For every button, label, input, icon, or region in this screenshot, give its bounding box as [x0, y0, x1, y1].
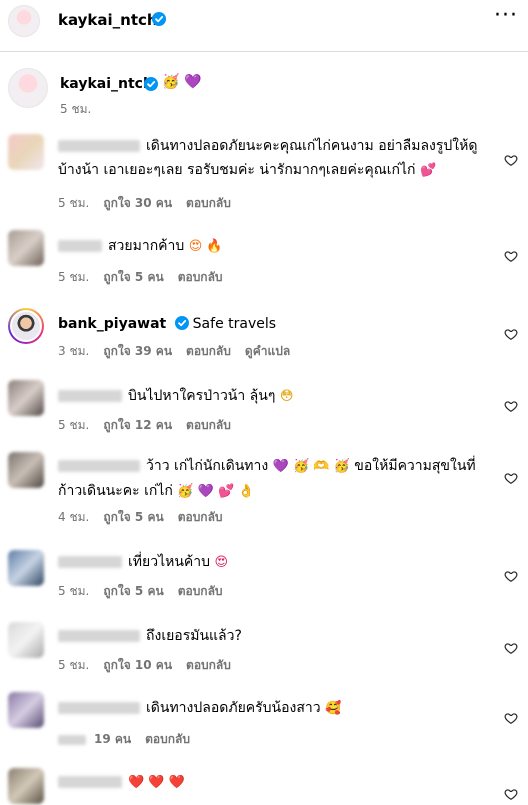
- comment-time: 5 ชม.: [58, 196, 90, 210]
- comment-text: ว้าว เก่ไก่นักเดินทาง: [146, 458, 269, 474]
- likes-count[interactable]: ถูกใจ 5 คน: [103, 270, 163, 284]
- purple-heart-emoji: 💜: [184, 74, 202, 90]
- commenter-avatar[interactable]: [8, 692, 44, 728]
- comment-meta: 5 ชม. ถูกใจ 5 คน ตอบกลับ: [58, 268, 237, 287]
- comment-body: ❤️ ❤️ ❤️: [58, 770, 488, 795]
- commenter-avatar[interactable]: [8, 452, 44, 488]
- comment-emoji: 🥳 💜 💕 👌: [177, 484, 255, 499]
- reply-button[interactable]: ตอบกลับ: [178, 584, 223, 598]
- comment-time: 5 ชม.: [58, 418, 90, 432]
- comment-meta: 4 ชม. ถูกใจ 5 คน ตอบกลับ: [58, 508, 237, 527]
- comment-body: ถึงเยอรมันแล้ว?: [58, 624, 488, 648]
- heart-outline-icon[interactable]: [504, 326, 518, 340]
- verified-badge-icon: [152, 11, 166, 30]
- heart-outline-icon[interactable]: [504, 152, 518, 166]
- more-options-icon[interactable]: ···: [494, 3, 518, 28]
- comment-body: เดินทางปลอดภัยครับน้องสาว 🥰: [58, 696, 488, 721]
- comment-meta: 3 ชม. ถูกใจ 39 คน ตอบกลับ ดูคำแปล: [58, 342, 304, 361]
- comment-body: เที่ยวไหนค้าบ 😍: [58, 550, 488, 575]
- comment-meta: 5 ชม. ถูกใจ 30 คน ตอบกลับ: [58, 194, 245, 213]
- commenter-avatar[interactable]: [8, 134, 44, 170]
- reply-button[interactable]: ตอบกลับ: [145, 732, 190, 746]
- likes-count[interactable]: ถูกใจ 30 คน: [103, 196, 172, 210]
- heart-outline-icon[interactable]: [504, 470, 518, 484]
- comment-meta: 5 ชม. ถูกใจ 10 คน ตอบกลับ: [58, 656, 245, 675]
- likes-count[interactable]: ถูกใจ 5 คน: [103, 510, 163, 524]
- comment-meta: 5 ชม. ถูกใจ 5 คน ตอบกลับ: [58, 582, 237, 601]
- likes-count[interactable]: ถูกใจ 39 คน: [103, 344, 172, 358]
- commenter-username[interactable]: bank_piyawat: [58, 316, 166, 332]
- comment-emoji: 😍: [214, 555, 229, 570]
- comment-text: ถึงเยอรมันแล้ว?: [146, 628, 242, 644]
- header-username[interactable]: kaykai_ntch: [58, 11, 158, 29]
- see-translation-button[interactable]: ดูคำแปล: [245, 344, 290, 358]
- hidden-username: [58, 702, 140, 714]
- hidden-username: [58, 140, 140, 152]
- comment-body: บินไปหาใครป่าวน้า ลุ้นๆ 😳: [58, 384, 488, 409]
- header-avatar[interactable]: [8, 5, 40, 37]
- comment-emoji: 💜 🥳 🫶 🥳: [272, 459, 350, 474]
- reply-button[interactable]: ตอบกลับ: [178, 510, 223, 524]
- comment-body: สวยมากค้าบ 😍 🔥: [58, 234, 488, 259]
- comment-text: เที่ยวไหนค้าบ: [128, 554, 211, 570]
- reply-button[interactable]: ตอบกลับ: [186, 658, 231, 672]
- comment-time: 3 ชม.: [58, 344, 90, 358]
- comment-time: 5 ชม.: [58, 270, 90, 284]
- comment-body: bank_piyawat Safe travels: [58, 312, 488, 338]
- comment-emoji: ❤️ ❤️ ❤️: [128, 775, 185, 790]
- comment-emoji: 😍 🔥: [188, 239, 223, 254]
- comment-emoji: 🥰: [325, 701, 342, 716]
- heart-outline-icon[interactable]: [504, 786, 518, 800]
- comment-time: 5 ชม.: [58, 584, 90, 598]
- heart-outline-icon[interactable]: [504, 710, 518, 724]
- comment-body: ว้าว เก่ไก่นักเดินทาง 💜 🥳 🫶 🥳 ขอให้มีควา…: [58, 454, 488, 504]
- comment-emoji: 💕: [419, 163, 437, 178]
- post-header: kaykai_ntch ···: [0, 0, 528, 52]
- comment-text: เดินทางปลอดภัยครับน้องสาว: [146, 700, 321, 716]
- verified-badge-icon: [174, 314, 189, 338]
- heart-outline-icon[interactable]: [504, 248, 518, 262]
- comment-emoji: 😳: [279, 389, 294, 404]
- comment-time: 4 ชม.: [58, 510, 90, 524]
- comment-meta: 19 คน ตอบกลับ: [58, 730, 204, 749]
- likes-count[interactable]: ถูกใจ 5 คน: [103, 584, 163, 598]
- hidden-username: [58, 390, 122, 402]
- reply-button[interactable]: ตอบกลับ: [186, 196, 231, 210]
- hidden-username: [58, 776, 122, 788]
- caption-avatar[interactable]: [8, 68, 48, 108]
- heart-outline-icon[interactable]: [504, 568, 518, 582]
- hidden-username: [58, 630, 140, 642]
- heart-outline-icon[interactable]: [504, 398, 518, 412]
- reply-button[interactable]: ตอบกลับ: [186, 344, 231, 358]
- likes-count[interactable]: 19 คน: [94, 732, 131, 746]
- heart-outline-icon[interactable]: [504, 640, 518, 654]
- verified-badge-icon: [144, 76, 158, 95]
- hidden-username: [58, 460, 140, 472]
- comment-text: สวยมากค้าบ: [108, 238, 185, 254]
- comment-body: เดินทางปลอดภัยนะคะคุณเก่ไก่คนงาม อย่าลืม…: [58, 134, 488, 183]
- likes-count[interactable]: ถูกใจ 10 คน: [103, 658, 172, 672]
- likes-count[interactable]: ถูกใจ 12 คน: [103, 418, 172, 432]
- comment-text: Safe travels: [192, 316, 277, 332]
- hidden-username: [58, 556, 122, 568]
- commenter-avatar[interactable]: [8, 308, 44, 344]
- reply-button[interactable]: ตอบกลับ: [178, 270, 223, 284]
- reply-button[interactable]: ตอบกลับ: [186, 418, 231, 432]
- caption-username[interactable]: kaykai_ntch: [60, 76, 153, 92]
- party-emoji: 🥳: [162, 74, 180, 90]
- commenter-avatar[interactable]: [8, 380, 44, 416]
- comment-time: 5 ชม.: [58, 658, 90, 672]
- commenter-avatar[interactable]: [8, 622, 44, 658]
- caption-time: 5 ชม.: [60, 102, 92, 116]
- commenter-avatar[interactable]: [8, 550, 44, 586]
- commenter-avatar[interactable]: [8, 768, 44, 804]
- hidden-username: [58, 240, 102, 252]
- commenter-avatar[interactable]: [8, 230, 44, 266]
- hidden-time: [58, 734, 86, 745]
- comment-meta: 5 ชม. ถูกใจ 12 คน ตอบกลับ: [58, 416, 245, 435]
- comment-text: บินไปหาใครป่าวน้า ลุ้นๆ: [128, 388, 276, 404]
